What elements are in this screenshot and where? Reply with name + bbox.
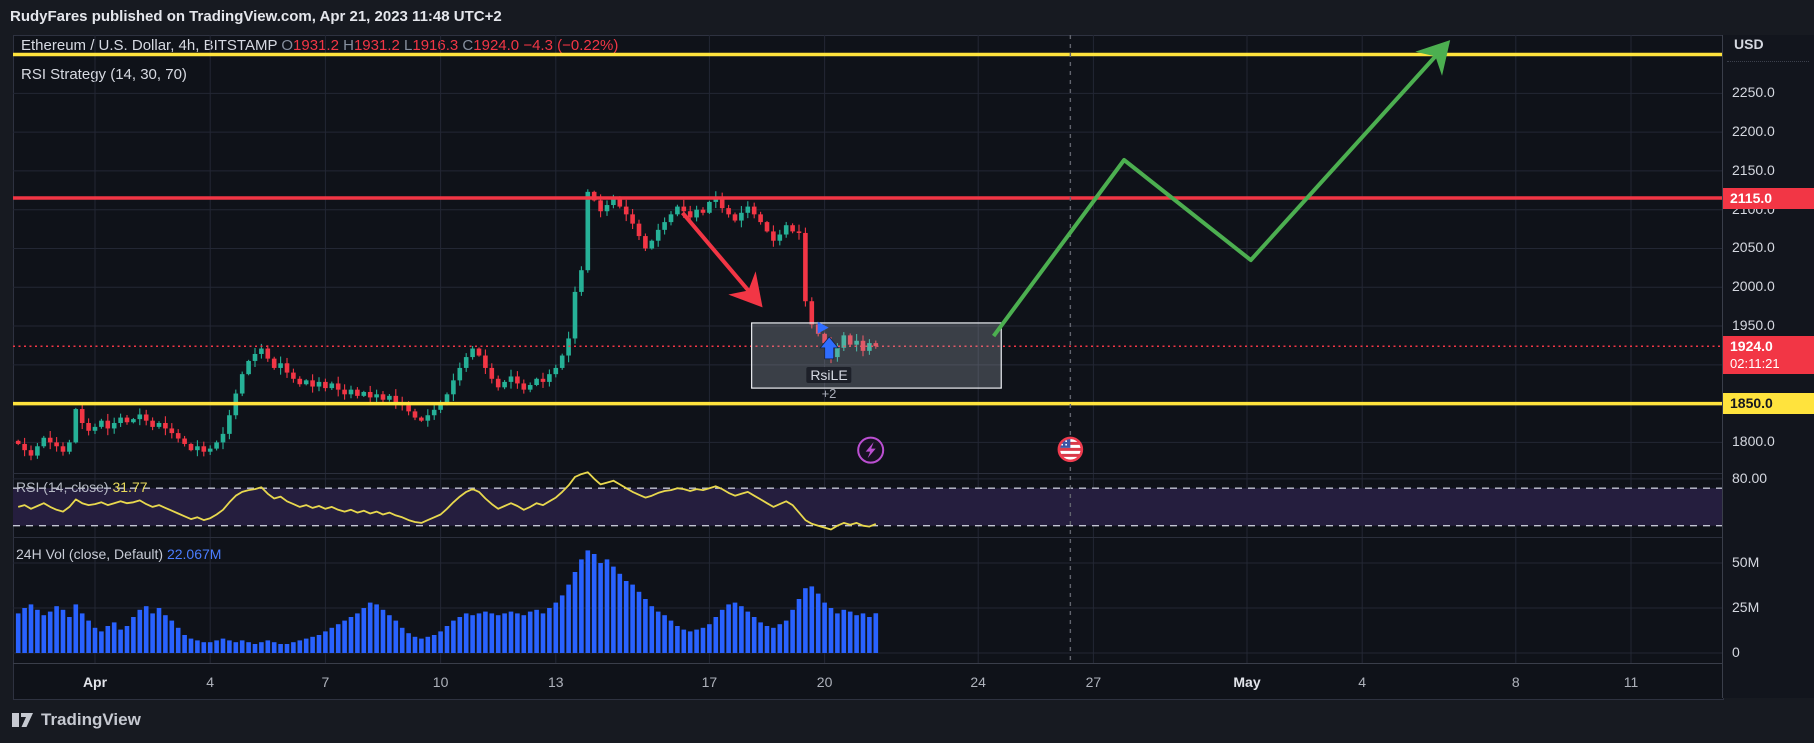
price-tick-label: 2250.0 [1732,84,1775,100]
volume-tick-label: 25M [1732,599,1759,615]
time-tick-label: 7 [295,674,355,690]
time-tick-label: 11 [1601,674,1661,690]
ohlc-low-value: 1916.3 [412,37,458,54]
trade-marker-qty: +2 [822,386,837,401]
price-tick-label: 2000.0 [1732,278,1775,294]
level-price-badge: 1850.0 [1723,393,1814,414]
time-tick-label: May [1217,674,1277,690]
volume-value: 22.067M [167,546,221,562]
rsi-tick-label: 80.00 [1732,470,1767,486]
ohlc-open-value: 1931.2 [293,37,339,54]
price-tick-label: 1800.0 [1732,433,1775,449]
strategy-title: RSI Strategy (14, 30, 70) [21,67,618,83]
time-tick-label: 27 [1063,674,1123,690]
symbol-name: Ethereum / U.S. Dollar, 4h, BITSTAMP [21,37,277,54]
ohlc-open-label: O [281,37,293,54]
currency-label: USD [1734,36,1764,52]
ohlc-change: −4.3 (−0.22%) [523,37,618,54]
volume-tick-label: 50M [1732,554,1759,570]
time-tick-label: 24 [948,674,1008,690]
time-tick-label: 4 [1332,674,1392,690]
price-tick-label: 2150.0 [1732,162,1775,178]
time-tick-label: 20 [795,674,855,690]
chart-legend: Ethereum / U.S. Dollar, 4h, BITSTAMP O19… [21,38,618,83]
axis-separator [1727,61,1809,62]
ohlc-high-label: H [343,37,354,54]
tradingview-brand-text: TradingView [41,710,141,730]
time-tick-label: Apr [65,674,125,690]
time-tick-label: 10 [411,674,471,690]
price-tick-label: 2050.0 [1732,239,1775,255]
price-tick-label: 2200.0 [1732,123,1775,139]
volume-indicator-label: 24H Vol (close, Default) 22.067M [16,546,221,562]
chart-plot-background [13,35,1724,700]
price-tick-label: 1950.0 [1732,317,1775,333]
time-tick-label: 17 [679,674,739,690]
ohlc-close-value: 1924.0 [473,37,519,54]
time-tick-label: 4 [180,674,240,690]
time-tick-label: 8 [1486,674,1546,690]
ohlc-close-label: C [462,37,473,54]
published-header: RudyFares published on TradingView.com, … [10,8,502,25]
last-price-badge: 1924.002:11:21 [1723,336,1814,374]
tradingview-brand-link[interactable]: TradingView [12,710,141,730]
tradingview-logo-icon [12,711,33,730]
countdown-timer: 02:11:21 [1730,355,1814,372]
ohlc-high-value: 1931.2 [354,37,400,54]
time-tick-label: 13 [526,674,586,690]
symbol-title: Ethereum / U.S. Dollar, 4h, BITSTAMP O19… [21,38,618,54]
volume-tick-label: 0 [1732,644,1740,660]
level-price-badge: 2115.0 [1723,188,1814,209]
rsi-value: 31.77 [112,479,147,495]
rsi-indicator-label: RSI (14, close) 31.77 [16,479,148,495]
trade-marker-label: RsiLE [806,367,851,383]
tradingview-published-chart: RudyFares published on TradingView.com, … [0,0,1814,743]
